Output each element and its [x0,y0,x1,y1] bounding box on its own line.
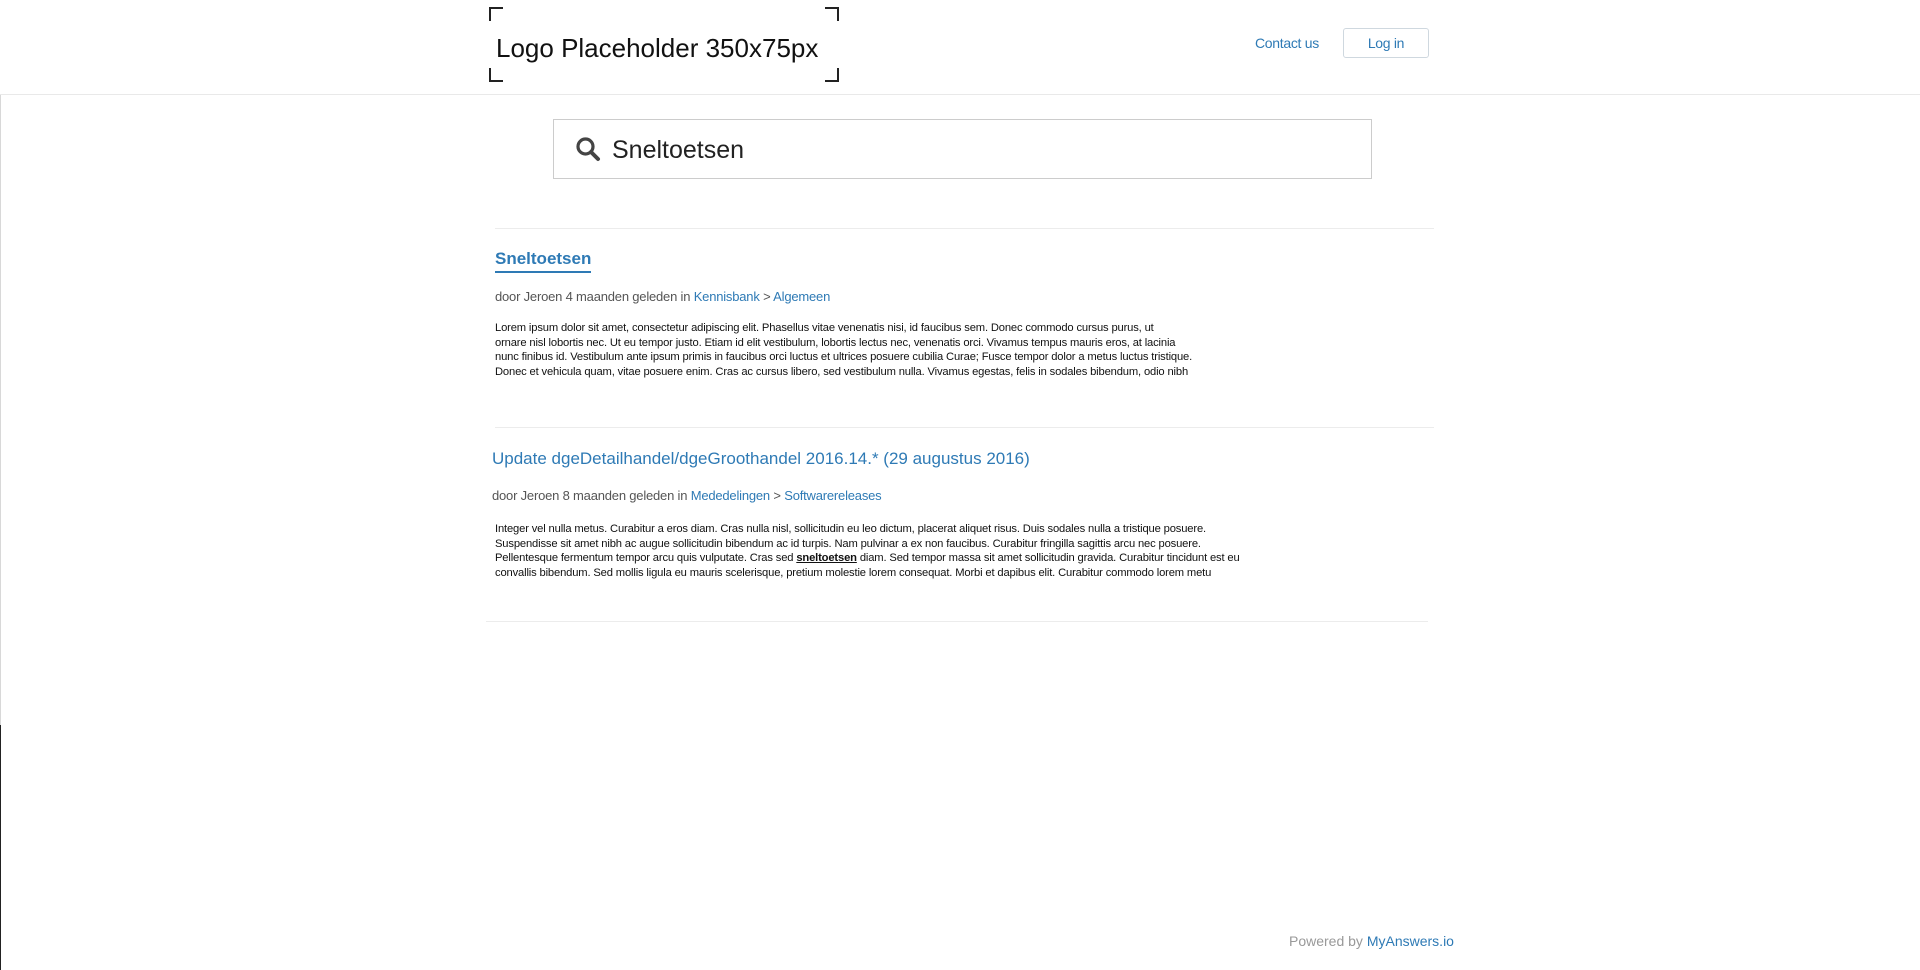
excerpt-line: convallis bibendum. Sed mollis ligula eu… [495,566,1212,579]
excerpt-line: Lorem ipsum dolor sit amet, consectetur … [495,322,1154,334]
search-term-highlight: sneltoetsen [796,552,857,565]
search-input[interactable]: Sneltoetsen [553,119,1372,179]
result-subcategory-link[interactable]: Algemeen [773,289,830,304]
logo-placeholder[interactable]: Logo Placeholder 350x75px [489,7,839,82]
result-category-link[interactable]: Kennisbank [694,289,760,304]
excerpt-line: Suspendisse sit amet nibh ac augue solli… [495,537,1201,550]
result-meta: door Jeroen 4 maanden geleden in Kennisb… [495,288,830,306]
logo-corner [825,7,839,21]
excerpt-line: ornare nisl lobortis nec. Ut eu tempor j… [495,336,1176,349]
logo-corner [825,68,839,82]
myanswers-link[interactable]: MyAnswers.io [1367,933,1454,949]
results-divider [486,621,1428,622]
result-meta-author: door Jeroen 8 maanden geleden in [492,488,688,503]
result-meta: door Jeroen 8 maanden geleden in Mededel… [492,487,882,505]
result-subcategory-link[interactable]: Softwarereleases [784,488,881,503]
excerpt-line: Donec et vehicula quam, vitae posuere en… [495,365,1189,378]
result-title-link[interactable]: Update dgeDetailhandel/dgeGroothandel 20… [492,448,1030,470]
results-divider [495,228,1434,229]
search-query-value: Sneltoetsen [612,136,745,164]
result-title-link[interactable]: Sneltoetsen [495,248,592,273]
left-border-dark [0,725,1,970]
excerpt-text: diam. Sed tempor massa sit amet sollicit… [859,552,1240,565]
result-excerpt: Lorem ipsum dolor sit amet, consectetur … [495,321,1192,379]
logo-text: Logo Placeholder 350x75px [496,33,819,63]
excerpt-line: Pellentesque fermentum tempor arcu quis … [495,551,1240,566]
breadcrumb-separator: > [763,289,771,304]
powered-by-text: Powered by [1289,933,1363,949]
excerpt-text: Pellentesque fermentum tempor arcu quis … [495,552,794,565]
results-divider [495,427,1434,428]
footer-powered-by: Powered by MyAnswers.io [1289,932,1454,950]
excerpt-line: nunc finibus id. Vestibulum ante ipsum p… [495,351,1193,364]
logo-corner [489,7,503,21]
search-icon [575,136,601,162]
result-meta-author: door Jeroen 4 maanden geleden in [495,289,691,304]
contact-us-link[interactable]: Contact us [1255,34,1319,52]
excerpt-line: Integer vel nulla metus. Curabitur a ero… [495,523,1206,535]
result-category-link[interactable]: Mededelingen [691,488,770,503]
result-excerpt: Integer vel nulla metus. Curabitur a ero… [495,522,1240,580]
left-border [0,0,1,725]
breadcrumb-separator: > [773,488,781,503]
logo-corner [489,68,503,82]
log-in-button[interactable]: Log in [1343,28,1429,58]
site-header: Logo Placeholder 350x75px Contact us Log… [0,0,1920,95]
